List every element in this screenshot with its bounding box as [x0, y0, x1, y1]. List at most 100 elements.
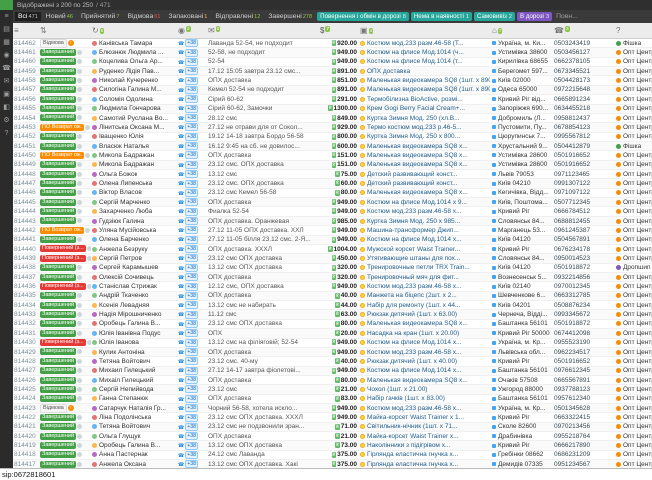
- country-code-badge[interactable]: +38: [185, 254, 198, 262]
- table-row[interactable]: 814462Відмова!Канівська Тамара☎+38Лаванд…: [13, 39, 652, 48]
- order-id[interactable]: 814443: [13, 218, 39, 225]
- table-row[interactable]: 814448ЗавершенийОльга Божок☎+3813.12 смс…: [13, 170, 652, 179]
- order-id[interactable]: 814435: [13, 292, 39, 299]
- customer-phone[interactable]: 0666784512: [553, 208, 615, 215]
- table-row[interactable]: 814451ЗавершенийВласюк Наталья☎+3816.12 …: [13, 142, 652, 151]
- customer-phone[interactable]: 0961245387: [553, 227, 615, 234]
- customer-phone[interactable]: 0503243419: [553, 40, 615, 47]
- country-code-badge[interactable]: +38: [185, 451, 198, 459]
- customer-phone[interactable]: 0501916652: [553, 152, 615, 159]
- order-id[interactable]: 814431: [13, 330, 39, 337]
- messages-icon[interactable]: ✉: [4, 78, 10, 86]
- country-code-badge[interactable]: +38: [185, 77, 198, 85]
- country-code-badge[interactable]: +38: [185, 86, 198, 94]
- country-code-badge[interactable]: +38: [185, 329, 198, 337]
- settings-icon[interactable]: ⚙: [3, 117, 9, 125]
- customer-phone[interactable]: 0674412098: [553, 330, 615, 337]
- dashboard-icon[interactable]: ▤: [3, 26, 10, 34]
- order-id[interactable]: 814456: [13, 96, 39, 103]
- table-row[interactable]: 814420ЗавершенийОльга Глущук☎+38ОПХ дост…: [13, 432, 652, 441]
- order-id[interactable]: 814441: [13, 236, 39, 243]
- country-code-badge[interactable]: +38: [185, 376, 198, 384]
- customer-phone[interactable]: 0501916652: [553, 358, 615, 365]
- country-code-badge[interactable]: +38: [185, 339, 198, 347]
- country-code-badge[interactable]: +38: [185, 105, 198, 113]
- order-id[interactable]: 814430: [13, 339, 39, 346]
- order-id[interactable]: 814450: [13, 152, 39, 159]
- order-id[interactable]: 814437: [13, 274, 39, 281]
- table-row[interactable]: 814445ЗавершенийСергій Марченко☎+38ОПХ д…: [13, 198, 652, 207]
- source-column-icon[interactable]: ?: [615, 25, 652, 37]
- app-logo[interactable]: [0, 0, 13, 10]
- table-row[interactable]: 814418ЗавершенийАнна Пастернак☎+3824.12 …: [13, 451, 652, 460]
- customer-phone[interactable]: 0950014523: [553, 255, 615, 262]
- order-id[interactable]: 814455: [13, 105, 39, 112]
- table-row[interactable]: 814455ЗавершенийЛюдмила Гончарова☎+38Сір…: [13, 105, 652, 114]
- order-id[interactable]: 814417: [13, 461, 39, 468]
- pill-return-transit[interactable]: Повернення і обмін в дорозі8: [317, 12, 409, 21]
- phone-column-icon[interactable]: ☎3: [553, 25, 615, 37]
- table-row[interactable]: 814432ЗавершенийОробець Галина В...☎+382…: [13, 320, 652, 329]
- country-code-badge[interactable]: +38: [185, 49, 198, 57]
- country-code-badge[interactable]: +38: [185, 95, 198, 103]
- orders-icon[interactable]: ▦: [3, 39, 10, 47]
- order-id[interactable]: 814422: [13, 414, 39, 421]
- table-row[interactable]: 814434ЗавершенийКсенія Левадняя☎+3813.12…: [13, 301, 652, 310]
- country-code-badge[interactable]: +38: [185, 264, 198, 272]
- table-row[interactable]: 814437ЗавершенийОлексій Сочивець☎+38ОПХ …: [13, 273, 652, 282]
- table-row[interactable]: 814459ЗавершенийРуденко Лідія Пав...☎+38…: [13, 67, 652, 76]
- country-code-badge[interactable]: +38: [185, 161, 198, 169]
- sort-column-icon[interactable]: ⇅: [39, 25, 91, 37]
- calls-icon[interactable]: ☎: [2, 65, 11, 73]
- customer-phone[interactable]: 0673345521: [553, 68, 615, 75]
- more-statuses[interactable]: Повн...: [556, 13, 578, 20]
- table-row[interactable]: 814453ПО Возврат ож.Лінитська Оксана М..…: [13, 123, 652, 132]
- payments-column-icon[interactable]: $7: [319, 25, 359, 37]
- order-id[interactable]: 814418: [13, 451, 39, 458]
- country-code-badge[interactable]: +38: [185, 385, 198, 393]
- tab-packed[interactable]: Запаковані1: [165, 12, 210, 21]
- table-row[interactable]: 814460ЗавершенийКоцелива Ольга Ар...☎+38…: [13, 58, 652, 67]
- order-id[interactable]: 814428: [13, 358, 39, 365]
- customer-phone[interactable]: 0501916652: [553, 161, 615, 168]
- order-id[interactable]: 814434: [13, 302, 39, 309]
- country-code-badge[interactable]: +38: [185, 395, 198, 403]
- table-row[interactable]: 814449ЗавершенийМикола Бадражан☎+3823.12…: [13, 161, 652, 170]
- table-row[interactable]: 814421ЗавершенийТетяна Войтович☎+3823.12…: [13, 423, 652, 432]
- table-row[interactable]: 814435ЗавершенийАндрій Ткаченко☎+38ОПХ д…: [13, 292, 652, 301]
- table-row[interactable]: 814426ЗавершенийМихаіл Гилецький☎+38ОПХ …: [13, 376, 652, 385]
- order-id[interactable]: 814444: [13, 208, 39, 215]
- tab-completed[interactable]: Завершені278: [265, 12, 315, 21]
- table-row[interactable]: 814428ЗавершенийТетяна Войтович☎+3823.12…: [13, 357, 652, 366]
- country-code-badge[interactable]: +38: [185, 301, 198, 309]
- tab-accepted[interactable]: Прийнятий7: [78, 12, 123, 21]
- country-code-badge[interactable]: +38: [185, 283, 198, 291]
- customer-phone[interactable]: 0937788123: [553, 386, 615, 393]
- table-row[interactable]: 814444ЗавершенийЗахарченко Люба☎+38Фиалк…: [13, 207, 652, 216]
- customer-phone[interactable]: 0663322415: [553, 414, 615, 421]
- country-code-badge[interactable]: +38: [185, 39, 198, 47]
- order-id[interactable]: 814462: [13, 40, 39, 47]
- table-row[interactable]: 814450ПО Возврат ож.Микола Бадражан☎+38О…: [13, 151, 652, 160]
- order-id[interactable]: 814449: [13, 161, 39, 168]
- table-row[interactable]: 814436Повернений (з...Станіслав Стрижак☎…: [13, 282, 652, 291]
- country-code-badge[interactable]: +38: [185, 460, 198, 468]
- customer-phone[interactable]: 0958812437: [553, 115, 615, 122]
- country-code-badge[interactable]: +38: [185, 311, 198, 319]
- table-row[interactable]: 814441ЗавершенийОлена Барченко☎+3827.12 …: [13, 236, 652, 245]
- cart-icon[interactable]: ▣: [3, 91, 10, 99]
- table-row[interactable]: 814431ЗавершенийЮлія Іванівна Подус☎+38О…: [13, 329, 652, 338]
- country-code-badge[interactable]: +38: [185, 245, 198, 253]
- country-code-badge[interactable]: +38: [185, 142, 198, 150]
- customer-phone[interactable]: 0970213456: [553, 423, 615, 430]
- order-id[interactable]: 814420: [13, 433, 39, 440]
- country-code-badge[interactable]: +38: [185, 170, 198, 178]
- customer-phone[interactable]: 0955218764: [553, 433, 615, 440]
- table-row[interactable]: 814430Повернений (з...Юлія Іванова☎+3813…: [13, 339, 652, 348]
- order-id[interactable]: 814446: [13, 189, 39, 196]
- order-id[interactable]: 814419: [13, 442, 39, 449]
- order-id[interactable]: 814461: [13, 49, 39, 56]
- order-id[interactable]: 814438: [13, 264, 39, 271]
- table-row[interactable]: 814447ЗавершенийОлена Липенська☎+3823.12…: [13, 179, 652, 188]
- country-code-badge[interactable]: +38: [185, 198, 198, 206]
